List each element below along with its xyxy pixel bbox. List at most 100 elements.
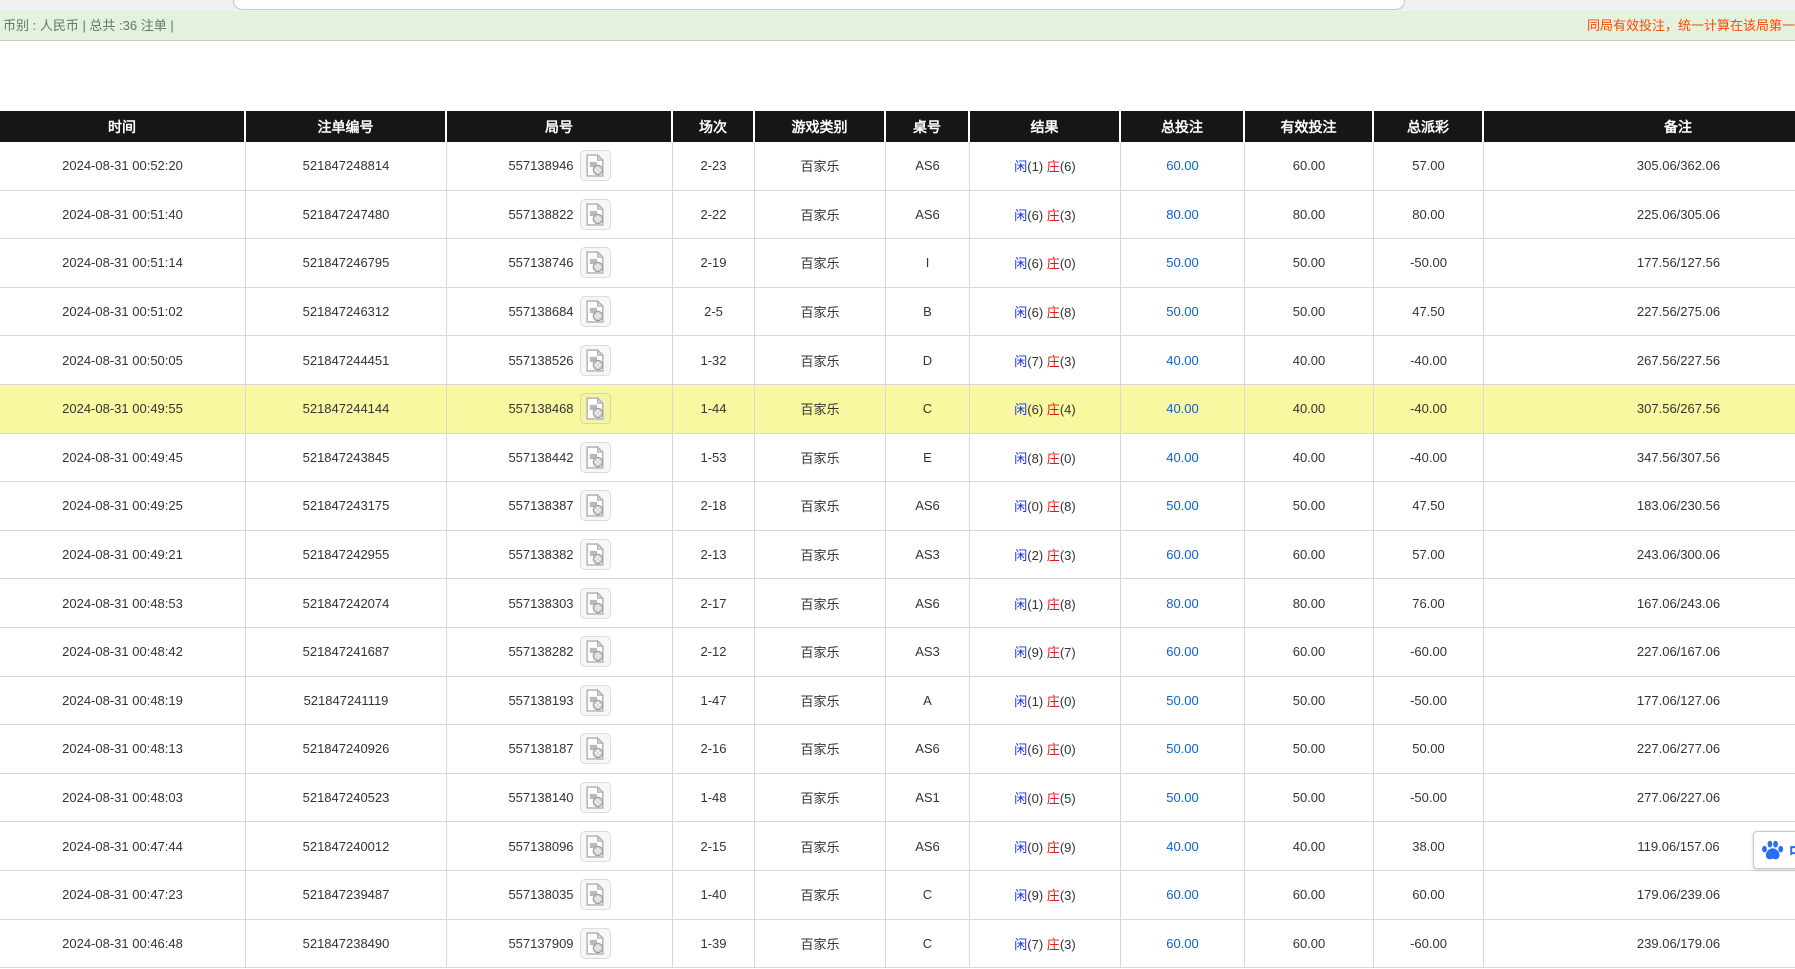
result-player-label: 闲 — [1014, 791, 1027, 806]
result-player-score: (6) — [1027, 256, 1047, 271]
result-player-label: 闲 — [1014, 694, 1027, 709]
cell-total-bet[interactable]: 80.00 — [1121, 191, 1245, 240]
summary-bar: 币别 : 人民币 | 总共 :36 注单 | 同局有效投注，统一计算在该局第一张 — [0, 11, 1795, 41]
browser-edge-strip — [0, 0, 1795, 11]
cell-valid-bet: 50.00 — [1245, 774, 1374, 823]
video-file-icon — [585, 689, 606, 712]
table-row: 2024-08-31 00:47:23521847239487557138035… — [0, 871, 1795, 920]
cell-remark: 167.06/243.06 — [1484, 579, 1795, 628]
result-banker-score: (5) — [1060, 791, 1076, 806]
cell-table-no: AS6 — [886, 822, 970, 871]
cell-game-type: 百家乐 — [755, 579, 886, 628]
cell-time: 2024-08-31 00:52:20 — [0, 142, 246, 191]
cell-result: 闲(9) 庄(3) — [970, 871, 1121, 920]
cell-total-bet[interactable]: 40.00 — [1121, 434, 1245, 483]
result-player-label: 闲 — [1014, 888, 1027, 903]
cell-bet-id: 521847248814 — [246, 142, 447, 191]
video-replay-button[interactable] — [580, 442, 611, 473]
cell-total-bet[interactable]: 50.00 — [1121, 725, 1245, 774]
table-row: 2024-08-31 00:48:53521847242074557138303… — [0, 579, 1795, 628]
cell-time: 2024-08-31 00:49:45 — [0, 434, 246, 483]
translate-popup[interactable]: 中 — [1753, 831, 1795, 869]
cell-total-bet[interactable]: 60.00 — [1121, 871, 1245, 920]
video-replay-button[interactable] — [580, 393, 611, 424]
cell-payout: 57.00 — [1374, 531, 1484, 580]
cell-table-no: AS1 — [886, 774, 970, 823]
cell-table-no: AS6 — [886, 142, 970, 191]
cell-result: 闲(0) 庄(8) — [970, 482, 1121, 531]
video-replay-button[interactable] — [580, 782, 611, 813]
round-id-text: 557138442 — [508, 450, 573, 465]
table-row: 2024-08-31 00:47:44521847240012557138096… — [0, 822, 1795, 871]
cell-total-bet[interactable]: 60.00 — [1121, 531, 1245, 580]
cell-total-bet[interactable]: 60.00 — [1121, 628, 1245, 677]
cell-total-bet[interactable]: 60.00 — [1121, 920, 1245, 969]
video-replay-button[interactable] — [580, 490, 611, 521]
cell-total-bet[interactable]: 50.00 — [1121, 482, 1245, 531]
column-header-session: 场次 — [673, 111, 755, 142]
video-replay-button[interactable] — [580, 199, 611, 230]
column-header-game_type: 游戏类别 — [755, 111, 886, 142]
column-header-payout: 总派彩 — [1374, 111, 1484, 142]
cell-round-id: 557138096 — [447, 822, 673, 871]
cell-round-id: 557138468 — [447, 385, 673, 434]
round-id-text: 557138684 — [508, 304, 573, 319]
column-header-valid_bet: 有效投注 — [1245, 111, 1374, 142]
translate-popup-label[interactable]: 中 — [1789, 838, 1795, 863]
result-banker-score: (8) — [1060, 597, 1076, 612]
result-banker-score: (8) — [1060, 499, 1076, 514]
cell-total-bet[interactable]: 50.00 — [1121, 774, 1245, 823]
baidu-paw-icon — [1761, 840, 1784, 861]
cell-table-no: E — [886, 434, 970, 483]
cell-total-bet[interactable]: 40.00 — [1121, 336, 1245, 385]
cell-session: 1-32 — [673, 336, 755, 385]
cell-game-type: 百家乐 — [755, 385, 886, 434]
cell-time: 2024-08-31 00:48:19 — [0, 677, 246, 726]
cell-time: 2024-08-31 00:49:21 — [0, 531, 246, 580]
column-header-result: 结果 — [970, 111, 1121, 142]
cell-game-type: 百家乐 — [755, 725, 886, 774]
cell-total-bet[interactable]: 50.00 — [1121, 288, 1245, 337]
video-file-icon — [585, 835, 606, 858]
round-id-wrap: 557138382 — [508, 539, 610, 570]
cell-total-bet[interactable]: 50.00 — [1121, 239, 1245, 288]
cell-bet-id: 521847241119 — [246, 677, 447, 726]
video-replay-button[interactable] — [580, 831, 611, 862]
video-replay-button[interactable] — [580, 247, 611, 278]
video-file-icon — [585, 251, 606, 274]
round-id-wrap: 557138187 — [508, 733, 610, 764]
cell-valid-bet: 50.00 — [1245, 239, 1374, 288]
cell-total-bet[interactable]: 50.00 — [1121, 677, 1245, 726]
cell-bet-id: 521847242074 — [246, 579, 447, 628]
video-replay-button[interactable] — [580, 150, 611, 181]
video-replay-button[interactable] — [580, 685, 611, 716]
cell-total-bet[interactable]: 80.00 — [1121, 579, 1245, 628]
cell-result: 闲(1) 庄(6) — [970, 142, 1121, 191]
column-header-table_no: 桌号 — [886, 111, 970, 142]
cell-bet-id: 521847239487 — [246, 871, 447, 920]
video-file-icon — [585, 203, 606, 226]
cell-time: 2024-08-31 00:48:03 — [0, 774, 246, 823]
video-replay-button[interactable] — [580, 733, 611, 764]
table-row: 2024-08-31 00:52:20521847248814557138946… — [0, 142, 1795, 191]
cell-time: 2024-08-31 00:49:55 — [0, 385, 246, 434]
cell-total-bet[interactable]: 40.00 — [1121, 385, 1245, 434]
video-replay-button[interactable] — [580, 345, 611, 376]
video-replay-button[interactable] — [580, 588, 611, 619]
result-banker-label: 庄 — [1047, 451, 1060, 466]
table-row: 2024-08-31 00:49:55521847244144557138468… — [0, 385, 1795, 434]
video-replay-button[interactable] — [580, 296, 611, 327]
browser-tab-remnant — [233, 0, 1405, 10]
cell-game-type: 百家乐 — [755, 920, 886, 969]
video-replay-button[interactable] — [580, 879, 611, 910]
video-replay-button[interactable] — [580, 539, 611, 570]
video-file-icon — [585, 640, 606, 663]
video-replay-button[interactable] — [580, 636, 611, 667]
result-player-label: 闲 — [1014, 597, 1027, 612]
cell-game-type: 百家乐 — [755, 628, 886, 677]
cell-bet-id: 521847243175 — [246, 482, 447, 531]
cell-total-bet[interactable]: 40.00 — [1121, 822, 1245, 871]
cell-total-bet[interactable]: 60.00 — [1121, 142, 1245, 191]
video-replay-button[interactable] — [580, 928, 611, 959]
cell-valid-bet: 60.00 — [1245, 920, 1374, 969]
